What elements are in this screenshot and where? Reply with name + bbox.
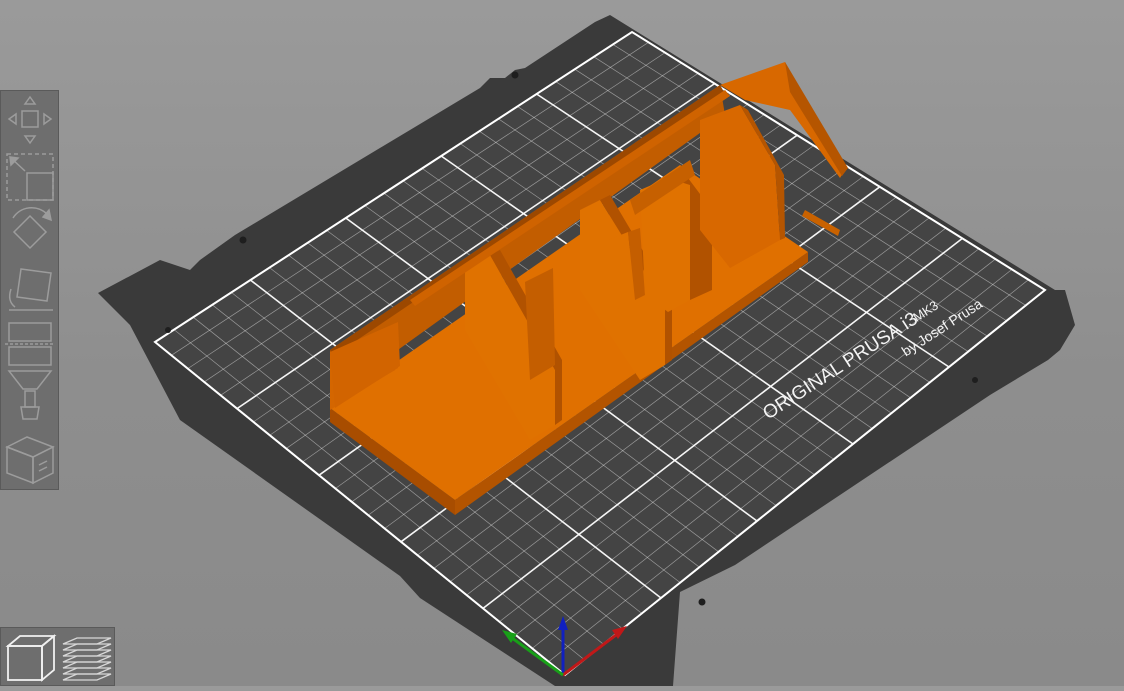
- place-on-face-icon: [8, 268, 53, 311]
- scale-icon: [6, 153, 54, 201]
- 3d-view-icon: [5, 634, 57, 682]
- scale-tool-button[interactable]: [1, 149, 59, 203]
- move-icon: [7, 95, 53, 145]
- view-switch-bar: [0, 627, 115, 686]
- hollow-tool-button[interactable]: [1, 431, 59, 485]
- support-paint-icon: [7, 370, 53, 420]
- rotate-icon: [12, 206, 53, 250]
- left-toolbar: [0, 90, 59, 490]
- cut-icon: [5, 322, 55, 366]
- scene[interactable]: ORIGINAL PRUSA i3 MK3 by Josef Prusa: [0, 0, 1124, 686]
- preview-layers-button[interactable]: [59, 628, 116, 686]
- move-tool-button[interactable]: [1, 93, 59, 147]
- support-paint-tool-button[interactable]: [1, 367, 59, 421]
- hollow-icon: [5, 436, 55, 485]
- 3d-viewport[interactable]: ORIGINAL PRUSA i3 MK3 by Josef Prusa: [0, 0, 1124, 686]
- preview-layers-icon: [62, 637, 112, 681]
- 3d-view-button[interactable]: [2, 628, 59, 686]
- rotate-tool-button[interactable]: [1, 204, 59, 258]
- cut-tool-button[interactable]: [1, 313, 59, 367]
- place-on-face-tool-button[interactable]: [1, 259, 59, 313]
